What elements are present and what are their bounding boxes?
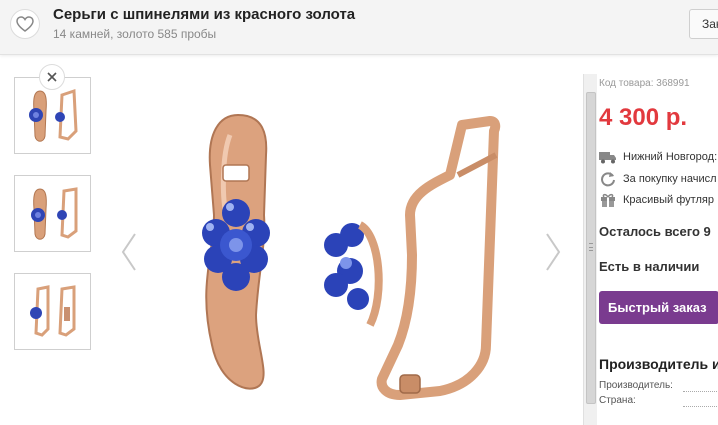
feature-delivery-text: Нижний Новгород:	[623, 151, 718, 163]
chevron-left-icon	[121, 233, 136, 271]
feature-bonus-text: За покупку начисл	[623, 173, 717, 185]
manufacturer-row: Производитель:	[599, 380, 718, 392]
truck-icon	[599, 149, 617, 165]
stock-status: Есть в наличии	[599, 259, 700, 274]
scrollbar-thumb[interactable]	[586, 92, 596, 404]
refresh-icon	[599, 171, 617, 187]
product-main-image	[202, 113, 501, 400]
page-title: Серьги с шпинелями из красного золота	[53, 6, 356, 23]
thumbnails-close-button[interactable]	[39, 64, 65, 90]
side-scrollbar[interactable]	[583, 74, 597, 425]
product-info-panel: Код товара: 368991 4 300 р. Нижний Новго…	[599, 74, 718, 425]
remaining-count: Осталось всего 9	[599, 224, 711, 239]
product-quickview: Серьги с шпинелями из красного золота 14…	[0, 0, 718, 425]
close-icon	[47, 72, 57, 82]
feature-bonus: За покупку начисл	[599, 171, 717, 187]
country-row: Страна:	[599, 395, 718, 407]
earrings-thumbnail-image	[29, 284, 75, 337]
feature-gift-text: Красивый футляр	[623, 194, 714, 206]
product-sku: Код товара: 368991	[599, 78, 690, 89]
manufacturer-heading: Производитель и	[599, 356, 718, 372]
sapphire-side	[324, 221, 383, 327]
chevron-right-icon	[546, 233, 561, 271]
feature-gift: Красивый футляр	[599, 192, 714, 208]
feature-delivery: Нижний Новгород:	[599, 149, 717, 165]
quick-order-button[interactable]: Быстрый заказ	[599, 291, 718, 324]
thumbnail-3[interactable]	[14, 273, 91, 350]
favorite-button[interactable]	[10, 9, 40, 39]
heart-icon	[16, 16, 34, 32]
page-subtitle: 14 камней, золото 585 пробы	[53, 27, 217, 41]
earrings-thumbnail-image	[30, 186, 77, 240]
product-price: 4 300 р.	[599, 104, 688, 131]
grip-icon	[589, 243, 593, 251]
next-image-button[interactable]	[541, 230, 565, 274]
prev-image-button[interactable]	[117, 230, 141, 274]
earrings-thumbnail-image	[28, 88, 78, 142]
gift-icon	[599, 192, 617, 208]
close-button[interactable]: Закрыть	[689, 9, 718, 39]
header: Серьги с шпинелями из красного золота 14…	[0, 0, 718, 55]
thumbnail-2[interactable]	[14, 175, 91, 252]
